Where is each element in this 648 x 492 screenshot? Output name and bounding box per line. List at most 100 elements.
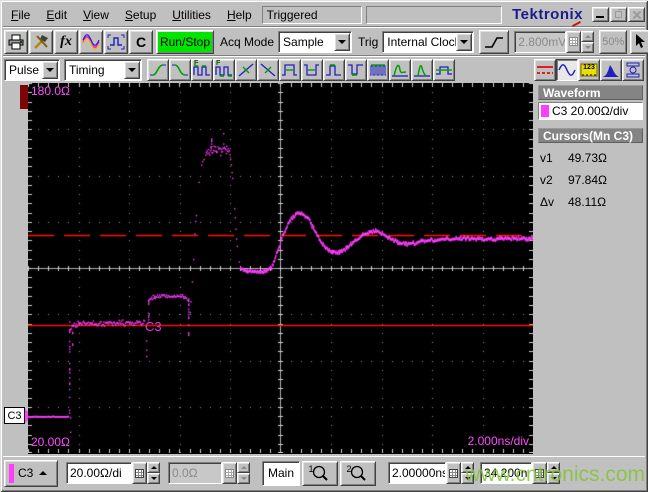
- settle-icon: [436, 66, 452, 75]
- cursor-row-v2: v2 97.84Ω: [538, 169, 643, 191]
- histogram-button[interactable]: [600, 59, 622, 81]
- measurement-toolbar: Pulse Timing F F 123: [3, 57, 645, 83]
- left-margin: C3: [3, 83, 33, 455]
- v2-label: v2: [540, 173, 553, 187]
- acq-mode-select[interactable]: Sample: [278, 30, 353, 53]
- positive-width-button[interactable]: [279, 59, 301, 81]
- burst-width-button[interactable]: [367, 59, 389, 81]
- spin-up-button: [237, 462, 250, 473]
- mag2-button[interactable]: 2: [340, 460, 376, 486]
- spin-down-button: [581, 41, 595, 53]
- trig-source-select[interactable]: Internal Clock: [382, 30, 475, 53]
- menu-file[interactable]: File: [3, 6, 38, 24]
- rising-slope-icon: [485, 36, 504, 48]
- arrow-up-icon: [150, 466, 157, 469]
- dv-value: 48.11Ω: [568, 195, 607, 209]
- vertical-scale-keypad-button[interactable]: [132, 462, 147, 484]
- vertical-offset-spinner: [237, 462, 250, 484]
- menu-setup[interactable]: Setup: [117, 6, 164, 24]
- falling-edge-button[interactable]: [169, 59, 191, 81]
- acq-mode-value: Sample: [283, 34, 324, 49]
- keypad-icon: [135, 468, 144, 478]
- math-button[interactable]: fx: [54, 29, 78, 54]
- trace-label: C3: [145, 319, 162, 334]
- fall-time-button[interactable]: [257, 59, 279, 81]
- keypad-icon: [569, 37, 579, 46]
- spin-up-button[interactable]: [147, 462, 160, 473]
- plot-canvas[interactable]: [28, 83, 533, 453]
- measure-category-dropdown-button[interactable]: [124, 61, 140, 79]
- channel-marker-chip[interactable]: C3: [4, 407, 25, 424]
- print-button[interactable]: [4, 29, 28, 54]
- positive-duty-button[interactable]: [323, 59, 345, 81]
- run-stop-button[interactable]: Run/Stop: [156, 29, 214, 54]
- trig-dropdown-button[interactable]: [456, 32, 473, 51]
- v1-label: v1: [540, 151, 553, 165]
- tools-button[interactable]: [29, 29, 53, 54]
- mask-test-button[interactable]: [622, 59, 644, 81]
- negative-duty-button[interactable]: [345, 59, 367, 81]
- waveform-colors-button[interactable]: [79, 29, 103, 54]
- restore-button[interactable]: [610, 7, 627, 22]
- intensity-value: 50%: [602, 35, 625, 48]
- trace-list-item[interactable]: C3 20.00Ω/div: [538, 102, 643, 120]
- measurements-button[interactable]: 123: [578, 59, 600, 81]
- cursors-toggle-button[interactable]: [534, 59, 556, 81]
- minimize-button[interactable]: [592, 7, 609, 22]
- timebase-value: 2.00000ns: [392, 466, 446, 480]
- context-help-button[interactable]: ?: [630, 29, 648, 54]
- chevron-down-icon: [338, 39, 347, 44]
- negative-duty-icon: [348, 64, 363, 76]
- cursor-row-dv: Δv 48.11Ω: [538, 191, 643, 213]
- negative-width-button[interactable]: [301, 59, 323, 81]
- peak-button[interactable]: [411, 59, 433, 81]
- settle-button[interactable]: [433, 59, 455, 81]
- bottom-scale-label: 20.00Ω: [31, 435, 70, 449]
- positive-width-icon: [282, 64, 297, 76]
- arrow-down-icon: [584, 45, 591, 49]
- mag2-label: 2: [346, 463, 352, 474]
- frequency-button[interactable]: F: [191, 59, 213, 81]
- c-button[interactable]: C: [129, 29, 153, 54]
- trig-level-keypad-button: [566, 30, 582, 53]
- timebase-label: 2.000ns/div: [467, 434, 529, 448]
- watermark: www.cntronics.com: [465, 463, 645, 486]
- timebase-keypad-button[interactable]: [446, 462, 461, 484]
- menu-view[interactable]: View: [75, 6, 117, 24]
- timebase-field[interactable]: 2.00000ns: [388, 462, 446, 484]
- spin-down-button[interactable]: [147, 473, 160, 484]
- close-button[interactable]: [628, 7, 645, 22]
- waveform-display-button[interactable]: [556, 59, 578, 81]
- keypad-icon: [225, 468, 234, 478]
- vertical-scale-value: 20.00Ω/di: [70, 466, 122, 480]
- arrow-down-icon: [240, 477, 247, 480]
- rise-time-button[interactable]: [235, 59, 257, 81]
- vertical-scale-spinner[interactable]: [147, 462, 160, 484]
- mag1-button[interactable]: 1: [302, 460, 338, 486]
- positive-overshoot-button[interactable]: [389, 59, 411, 81]
- vertical-offset-field: 0.0Ω: [168, 462, 222, 484]
- status-box-empty: [365, 5, 503, 24]
- chevron-down-icon: [46, 68, 54, 72]
- menu-utilities[interactable]: Utilities: [164, 6, 219, 24]
- trig-slope-button[interactable]: [479, 29, 510, 54]
- signal-type-select[interactable]: Pulse: [4, 59, 60, 81]
- menu-help[interactable]: Help: [219, 6, 260, 24]
- top-scale-label: 180.0Ω: [31, 84, 70, 98]
- trig-source-value: Internal Clock: [387, 34, 457, 49]
- trig-level-field: 2.800mV: [514, 30, 567, 53]
- pulse-display-button[interactable]: [104, 29, 128, 54]
- rising-edge-button[interactable]: [147, 59, 169, 81]
- main-timebase-button[interactable]: Main: [262, 460, 300, 486]
- spin-up-button: [581, 30, 595, 42]
- vertical-scale-field[interactable]: 20.00Ω/di: [66, 462, 132, 484]
- menu-edit[interactable]: Edit: [38, 6, 75, 24]
- acq-mode-label: Acq Mode: [220, 34, 275, 49]
- channel-select-button[interactable]: C3: [4, 459, 58, 487]
- v2-value: 97.84Ω: [568, 173, 607, 187]
- measure-category-select[interactable]: Timing: [64, 59, 142, 81]
- waveforms-icon: [82, 33, 100, 50]
- acq-mode-dropdown-button[interactable]: [334, 32, 351, 51]
- period-button[interactable]: F: [213, 59, 235, 81]
- signal-type-dropdown-button[interactable]: [42, 61, 58, 79]
